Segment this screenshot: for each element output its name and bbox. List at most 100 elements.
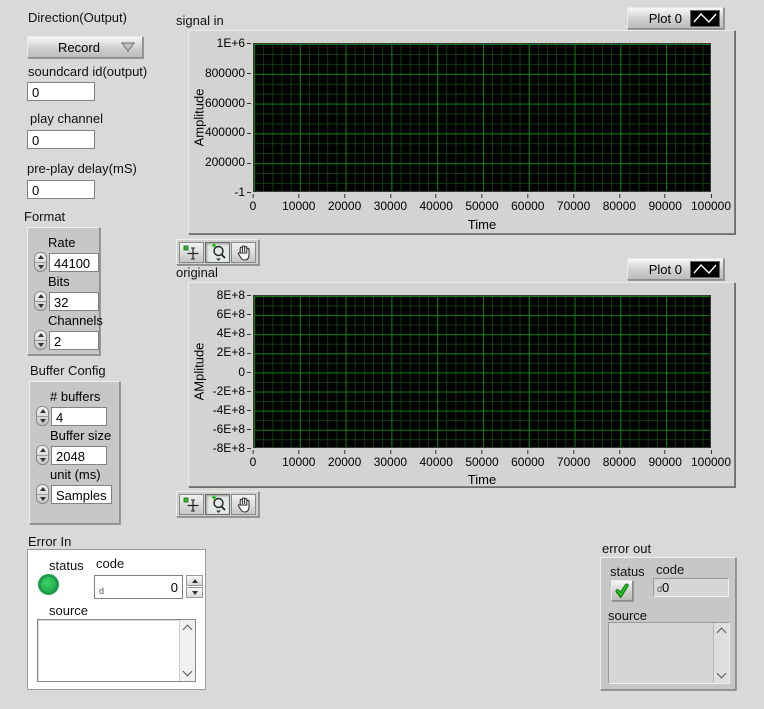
format-cluster: Rate 44100 Bits 32 [27,227,100,355]
soundcard-id-input[interactable]: 0 [27,82,95,101]
x-tick-label: 60000 [511,450,544,469]
y-tick-label: -6E+8 [189,422,251,436]
chevron-down-icon [120,41,136,53]
error-in-source-value[interactable] [38,620,179,681]
zoom-tool-button[interactable] [205,494,230,515]
error-in-source-input[interactable] [37,619,196,682]
original-plot-legend[interactable]: Plot 0 [627,258,724,280]
x-tick-label: 60000 [511,194,544,213]
checkmark-icon [614,583,630,598]
increment-decrement-spinner[interactable] [34,291,47,311]
x-tick-label: 100000 [691,450,731,469]
increment-button[interactable] [186,575,203,586]
numeric-control-value[interactable]: 32 [49,292,99,311]
y-tick-label: 800000 [189,66,251,80]
error-in-cluster: status code d 0 source [27,549,206,690]
signal-in-graph-title: signal in [176,13,224,28]
hand-icon [235,244,253,261]
numeric-control: # buffers 4 [36,389,113,426]
scrollbar [713,623,729,683]
numeric-control-value[interactable]: Samples [51,485,112,504]
y-tick-label: 400000 [189,125,251,139]
numeric-control-value[interactable]: 2 [49,331,99,350]
increment-button[interactable] [35,331,46,341]
increment-button[interactable] [37,407,48,417]
increment-decrement-spinner[interactable] [34,330,47,350]
plot-line-sample-icon [690,261,720,278]
scroll-up-icon[interactable] [183,625,193,635]
pan-tool-button[interactable] [231,494,256,515]
error-in-code-input[interactable]: d 0 [94,575,183,599]
decrement-button[interactable] [186,587,203,598]
decrement-button[interactable] [35,341,46,350]
direction-dropdown[interactable]: Record [27,36,143,58]
decrement-button[interactable] [35,263,46,272]
x-axis-ticks: 0100002000030000400005000060000700008000… [253,450,711,466]
error-in-code-label: code [96,556,124,571]
increment-button[interactable] [37,485,48,495]
signal-in-plot-area[interactable] [253,43,711,192]
error-in-status-led[interactable] [38,574,59,595]
original-plot-area[interactable] [253,295,711,448]
numeric-control-value[interactable]: 44100 [49,253,99,272]
numeric-control: Rate 44100 [34,235,93,272]
error-out-code-indicator: d 0 [653,578,729,597]
scrollbar[interactable] [179,620,195,681]
play-channel-label: play channel [30,111,103,126]
y-tick-label: 2E+8 [189,345,251,359]
increment-decrement-spinner[interactable] [34,252,47,272]
error-out-source-label: source [608,608,647,623]
numeric-control-value[interactable]: 2048 [51,446,107,465]
decrement-button[interactable] [37,456,48,465]
x-tick-label: 30000 [374,194,407,213]
cursor-crosshair-icon [182,496,202,513]
error-out-status-indicator [611,580,633,601]
numeric-control: Bits 32 [34,274,93,311]
y-tick-label: 6E+8 [189,307,251,321]
numeric-control-value[interactable]: 4 [51,407,107,426]
zoom-tool-button[interactable] [205,242,230,263]
buffer-config-cluster-label: Buffer Config [30,363,106,378]
decrement-button[interactable] [37,417,48,426]
error-out-code-label: code [656,562,684,577]
x-axis-ticks: 0100002000030000400005000060000700008000… [253,194,711,210]
signal-in-plot-legend[interactable]: Plot 0 [627,7,724,29]
increment-decrement-spinner[interactable] [36,406,49,426]
x-tick-label: 20000 [328,194,361,213]
direction-label: Direction(Output) [28,10,127,25]
numeric-control-label: Rate [48,235,93,250]
cursor-tool-button[interactable] [179,494,204,515]
decrement-button[interactable] [35,302,46,311]
error-in-cluster-label: Error In [28,534,71,549]
increment-decrement-spinner[interactable] [36,445,49,465]
y-tick-label: -2E+8 [189,384,251,398]
x-tick-label: 50000 [465,450,498,469]
increment-button[interactable] [37,446,48,456]
y-tick-label: 1E+6 [189,36,251,50]
play-channel-input[interactable]: 0 [27,130,95,149]
x-tick-label: 50000 [465,194,498,213]
numeric-control-label: Channels [48,313,93,328]
increment-decrement-spinner[interactable] [36,484,49,504]
increment-button[interactable] [35,253,46,263]
plot-legend-label: Plot 0 [649,262,682,277]
error-out-cluster: status code d 0 source [600,557,736,690]
y-tick-label: 8E+8 [189,288,251,302]
labview-front-panel: Direction(Output) Record soundcard id(ou… [0,0,764,709]
error-out-code-value: 0 [662,580,669,595]
x-tick-label: 100000 [691,194,731,213]
y-tick-label: 0 [189,365,251,379]
x-tick-label: 70000 [557,450,590,469]
scroll-up-icon [717,628,727,638]
error-in-code-value: 0 [104,580,178,595]
pan-tool-button[interactable] [231,242,256,263]
scroll-down-icon[interactable] [183,667,193,677]
x-axis-label: Time [253,217,711,232]
increment-button[interactable] [35,292,46,302]
decrement-button[interactable] [37,495,48,504]
y-tick-label: 200000 [189,155,251,169]
x-tick-label: 10000 [282,450,315,469]
error-in-code-spinner[interactable] [186,575,203,598]
preplay-delay-input[interactable]: 0 [27,180,95,199]
cursor-tool-button[interactable] [179,242,204,263]
